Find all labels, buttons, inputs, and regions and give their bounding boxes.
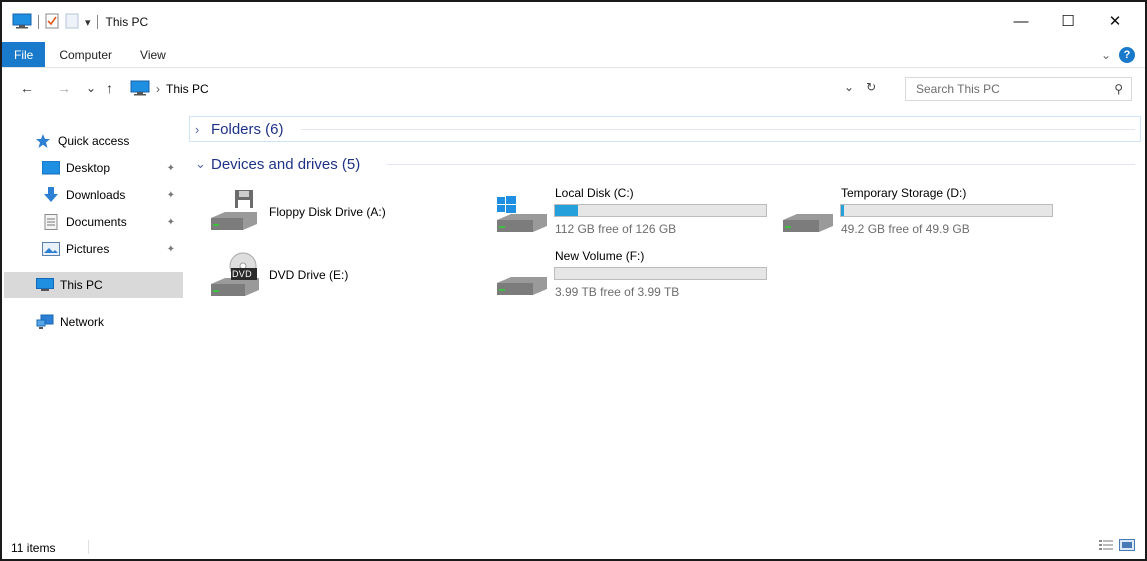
explorer-window: ▾ This PC — ☐ ✕ File Computer View ⌄ ? ←… (0, 0, 1147, 561)
folders-group-header[interactable]: › Folders (6) (195, 117, 284, 141)
drive-free-space: 112 GB free of 126 GB (555, 222, 677, 236)
drive-usage-fill (841, 205, 844, 216)
new-folder-icon[interactable] (65, 13, 79, 32)
up-button[interactable]: ↑ (106, 80, 113, 96)
address-dropdown-icon[interactable]: ⌄ (844, 80, 854, 94)
close-button[interactable]: ✕ (1092, 2, 1138, 40)
windows-drive-icon (495, 194, 551, 241)
pictures-icon (42, 241, 60, 257)
minimize-button[interactable]: — (998, 2, 1044, 40)
nav-label: Network (60, 315, 105, 329)
nav-label: Downloads (66, 188, 126, 202)
folders-divider (301, 117, 1135, 141)
star-icon (34, 133, 52, 149)
pin-icon[interactable]: ✦ (167, 163, 175, 174)
this-pc-icon (12, 13, 32, 32)
drive-name: New Volume (F:) (555, 249, 645, 263)
devices-group-header[interactable]: ⌄ Devices and drives (5) (195, 152, 360, 176)
nav-label: This PC (60, 278, 103, 292)
desktop-icon (42, 160, 60, 176)
ribbon-controls: ⌄ ? (1101, 47, 1135, 63)
quick-access-toolbar: ▾ This PC (12, 13, 148, 31)
dvd-badge: DVD (232, 269, 252, 279)
group-label: Folders (6) (211, 120, 284, 138)
chevron-down-icon[interactable]: ⌄ (195, 156, 206, 172)
nav-label: Pictures (66, 242, 110, 256)
address-row: ← → ⌄ ↑ › This PC ⌄ ↻ Search This PC ⚲ (2, 74, 1145, 104)
content-pane: › Folders (6) ⌄ Devices and drives (5) F… (189, 110, 1141, 535)
nav-label: Quick access (58, 134, 130, 148)
separator (38, 15, 39, 29)
drive-local-disk-c[interactable]: Local Disk (C:) 112 GB free of 126 GB (495, 184, 785, 240)
this-pc-icon (36, 277, 54, 293)
recent-locations-button[interactable]: ⌄ (86, 81, 96, 95)
drive-new-volume-f[interactable]: New Volume (F:) 3.99 TB free of 3.99 TB (495, 247, 785, 303)
status-bar: 11 items (2, 535, 1145, 559)
drive-dvd-e[interactable]: DVD DVD Drive (E:) (209, 250, 459, 302)
nav-label: Documents (66, 215, 127, 229)
large-icons-view-icon[interactable] (1119, 539, 1135, 554)
pin-icon[interactable]: ✦ (167, 244, 175, 255)
drive-free-space: 3.99 TB free of 3.99 TB (555, 285, 680, 299)
nav-item-this-pc[interactable]: This PC (4, 272, 183, 298)
drive-floppy-a[interactable]: Floppy Disk Drive (A:) (209, 188, 459, 238)
separator (88, 540, 89, 554)
drive-free-space: 49.2 GB free of 49.9 GB (841, 222, 970, 236)
expand-ribbon-icon[interactable]: ⌄ (1101, 48, 1111, 62)
search-placeholder: Search This PC (916, 82, 1000, 96)
drive-usage-bar (554, 204, 767, 217)
devices-divider (387, 152, 1135, 176)
group-label: Devices and drives (5) (211, 155, 361, 173)
item-count: 11 items (11, 541, 56, 555)
documents-icon (42, 214, 60, 230)
drive-name: Temporary Storage (D:) (841, 186, 967, 200)
hard-drive-icon (781, 194, 837, 241)
back-button[interactable]: ← (20, 80, 34, 96)
network-icon (36, 314, 54, 330)
navigation-pane: Quick access Desktop ✦ Downloads ✦ Docum… (2, 110, 187, 535)
download-arrow-icon (42, 187, 60, 203)
nav-quick-access[interactable]: Quick access (36, 128, 183, 154)
forward-button[interactable]: → (57, 80, 71, 96)
breadcrumb-this-pc[interactable]: This PC (166, 82, 209, 96)
drive-usage-bar (554, 267, 767, 280)
drive-name: Local Disk (C:) (555, 186, 634, 200)
separator (96, 15, 98, 29)
tab-computer[interactable]: Computer (45, 42, 126, 67)
drive-usage-bar (840, 204, 1053, 217)
floppy-drive-icon (209, 188, 261, 237)
maximize-button[interactable]: ☐ (1045, 2, 1091, 40)
details-view-icon[interactable] (1099, 539, 1113, 554)
chevron-right-icon[interactable]: › (195, 122, 203, 137)
pin-icon[interactable]: ✦ (167, 190, 175, 201)
drive-usage-fill (555, 205, 579, 216)
tab-view[interactable]: View (126, 42, 180, 67)
search-input[interactable]: Search This PC ⚲ (905, 77, 1132, 101)
tab-file[interactable]: File (2, 42, 46, 67)
title-bar: ▾ This PC — ☐ ✕ (2, 2, 1145, 40)
search-icon[interactable]: ⚲ (1114, 82, 1123, 96)
hard-drive-icon (495, 257, 551, 304)
address-tools: ⌄ ↻ (844, 80, 876, 94)
nav-label: Desktop (66, 161, 111, 175)
ribbon-tabs: File Computer View ⌄ ? (2, 42, 1145, 68)
drive-temporary-storage-d[interactable]: Temporary Storage (D:) 49.2 GB free of 4… (781, 184, 1071, 240)
refresh-icon[interactable]: ↻ (866, 80, 876, 94)
drive-name: Floppy Disk Drive (A:) (269, 205, 386, 219)
nav-item-network[interactable]: Network (36, 309, 183, 335)
window-title: This PC (105, 15, 149, 29)
drive-name: DVD Drive (E:) (269, 268, 349, 282)
properties-icon[interactable] (45, 13, 59, 32)
pin-icon[interactable]: ✦ (167, 217, 175, 228)
customize-qat-icon[interactable]: ▾ (85, 16, 91, 29)
address-bar[interactable]: › This PC (130, 77, 895, 101)
view-switcher (1099, 539, 1135, 554)
this-pc-icon (130, 80, 150, 99)
help-icon[interactable]: ? (1119, 47, 1135, 63)
breadcrumb-separator[interactable]: › (156, 82, 160, 96)
